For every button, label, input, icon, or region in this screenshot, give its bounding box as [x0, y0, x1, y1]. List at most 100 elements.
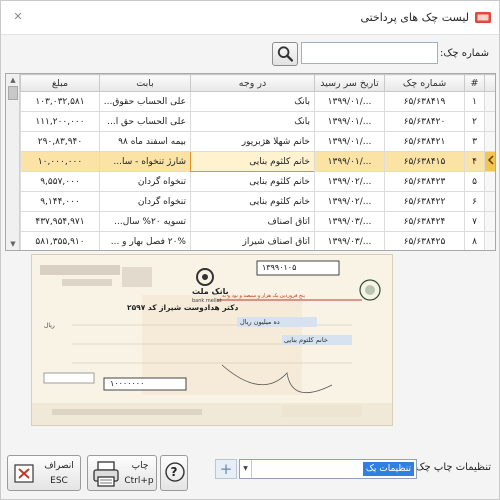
cell-payee: خانم شهلا هژبرپور [190, 131, 315, 152]
cell-payee: خانم کلثوم بنایی [190, 171, 315, 192]
cell-description: بیمه اسفند ماه ۹۸ [99, 131, 191, 152]
cell-payee: بانک [190, 91, 315, 112]
add-print-settings-button[interactable]: + [215, 459, 237, 479]
cheque-branch: دکتر هدادوست شیراز کد ۲۵۹۷ [127, 303, 239, 312]
row-indicator[interactable] [484, 131, 495, 152]
cell-check-number: ۶۵/۶۳۸۴۲۴ [384, 211, 465, 232]
cell-amount: ۲۹۰,۸۳,۹۴۰ [20, 131, 100, 152]
col-header-payee[interactable]: در وجه [190, 74, 315, 92]
cheque-amount-words: ده میلیون ریال [240, 318, 280, 326]
cell-check-number: ۶۵/۶۳۸۴۲۲ [384, 191, 465, 212]
cell-description: تسویه ۲۰% سال... [99, 211, 191, 232]
cell-description: تنخواه گردان [99, 171, 191, 192]
cell-due-date: ۱۳۹۹/۰۱/... [314, 91, 385, 112]
bottom-toolbar: تنظیمات چاپ چک: تنظیمات یک ▼ + ? چاپ Ctr… [1, 451, 499, 499]
cell-index: ۲ [464, 111, 485, 132]
cell-payee[interactable]: خانم کلثوم بنایی [190, 151, 315, 172]
search-icon [277, 46, 294, 62]
row-indicator[interactable] [484, 191, 495, 212]
print-label: چاپ [131, 461, 149, 471]
cell-amount: ۱۰۳,۰۳۲,۵۸۱ [20, 91, 100, 112]
cell-due-date: ۱۳۹۹/۰۱/... [314, 151, 385, 172]
cell-index: ۱ [464, 91, 485, 112]
row-indicator[interactable] [484, 211, 495, 232]
table-row[interactable]: ۷ ۶۵/۶۳۸۴۲۴ ۱۳۹۹/۰۳/... اتاق اصناف تسویه… [20, 211, 495, 232]
exit-icon [14, 464, 34, 483]
cell-description: علی الحساب حق ا... [99, 111, 191, 132]
cheque-drawing [32, 255, 392, 425]
row-indicator[interactable] [484, 91, 495, 112]
col-header-description[interactable]: بابت [99, 74, 191, 92]
row-indicator[interactable] [484, 231, 495, 250]
indicator-header [484, 74, 495, 92]
help-button[interactable]: ? [160, 455, 188, 491]
cell-amount: ۹,۱۴۴,۰۰۰ [20, 191, 100, 212]
cell-check-number: ۶۵/۶۳۸۴۲۳ [384, 171, 465, 192]
table-row-selected[interactable]: ۴ ۶۵/۶۳۸۴۱۵ ۱۳۹۹/۰۱/... خانم کلثوم بنایی… [20, 151, 495, 172]
cell-check-number: ۶۵/۶۳۸۴۱۵ [384, 151, 465, 172]
cheque-serial: ۱۳۹۹۰۱۰۵ [262, 263, 297, 272]
scroll-down-icon[interactable]: ▼ [7, 239, 19, 249]
window-title: لیست چک های پرداختی [360, 11, 469, 24]
table-row[interactable]: ۸ ۶۵/۶۳۸۴۲۵ ۱۳۹۹/۰۳/... اتاق اصناف شیراز… [20, 231, 495, 250]
vertical-scrollbar[interactable]: ▲ ▼ [6, 74, 20, 250]
cell-due-date: ۱۳۹۹/۰۳/... [314, 211, 385, 232]
col-header-check-number[interactable]: شماره چک [384, 74, 465, 92]
check-number-search-input[interactable] [301, 42, 438, 64]
cancel-button[interactable]: انصراف ESC [7, 455, 81, 491]
current-row-arrow-icon [487, 155, 494, 165]
cheque-preview: بانک ملت bank mellat ۱۳۹۹۰۱۰۵ دکتر هدادو… [31, 254, 393, 426]
search-button[interactable] [272, 42, 298, 66]
cell-check-number: ۶۵/۶۳۸۴۱۹ [384, 91, 465, 112]
cell-index: ۵ [464, 171, 485, 192]
row-indicator[interactable] [484, 111, 495, 132]
cell-description: ۲۰% فصل بهار و ... [99, 231, 191, 250]
scroll-up-icon[interactable]: ▲ [7, 75, 19, 85]
cell-index: ۸ [464, 231, 485, 250]
table-header: # شماره چک تاریخ سر رسید در وجه بابت مبل… [20, 74, 495, 92]
print-button[interactable]: چاپ Ctrl+p [87, 455, 157, 491]
cell-payee: اتاق اصناف شیراز [190, 231, 315, 250]
close-button[interactable]: ✕ [11, 10, 25, 24]
check-number-label: شماره چک: [440, 48, 489, 59]
cell-payee: بانک [190, 111, 315, 132]
row-indicator[interactable] [484, 151, 495, 172]
col-header-index[interactable]: # [464, 74, 485, 92]
table-row[interactable]: ۵ ۶۵/۶۳۸۴۲۳ ۱۳۹۹/۰۲/... خانم کلثوم بنایی… [20, 171, 495, 192]
scroll-thumb[interactable] [8, 86, 18, 100]
cell-description: شارژ تنخواه - سا... [99, 151, 191, 172]
cell-due-date: ۱۳۹۹/۰۲/... [314, 191, 385, 212]
cheque-amount-digits: ۱۰۰۰۰۰۰۰ [110, 379, 145, 388]
table-row[interactable]: ۶ ۶۵/۶۳۸۴۲۲ ۱۳۹۹/۰۲/... خانم کلثوم بنایی… [20, 191, 495, 212]
table-row[interactable]: ۲ ۶۵/۶۳۸۴۲۰ ۱۳۹۹/۰۱/... بانک علی الحساب … [20, 111, 495, 132]
title-bar: ✕ لیست چک های پرداختی [1, 1, 499, 35]
cell-due-date: ۱۳۹۹/۰۱/... [314, 111, 385, 132]
table-row[interactable]: ۳ ۶۵/۶۳۸۴۲۱ ۱۳۹۹/۰۱/... خانم شهلا هژبرپو… [20, 131, 495, 152]
cell-amount: ۹,۵۵۷,۰۰۰ [20, 171, 100, 192]
cheque-image: بانک ملت bank mellat ۱۳۹۹۰۱۰۵ دکتر هدادو… [31, 254, 393, 426]
cell-description: تنخواه گردان [99, 191, 191, 212]
print-shortcut: Ctrl+p [124, 476, 154, 486]
cell-index: ۷ [464, 211, 485, 232]
col-header-amount[interactable]: مبلغ [20, 74, 100, 92]
cell-due-date: ۱۳۹۹/۰۲/... [314, 171, 385, 192]
app-icon [475, 12, 491, 23]
cell-check-number: ۶۵/۶۳۸۴۲۰ [384, 111, 465, 132]
col-header-due-date[interactable]: تاریخ سر رسید [314, 74, 385, 92]
table-row[interactable]: ۱ ۶۵/۶۳۸۴۱۹ ۱۳۹۹/۰۱/... بانک علی الحساب … [20, 91, 495, 112]
print-settings-select[interactable]: تنظیمات یک ▼ [239, 459, 417, 479]
cell-amount: ۱۰,۰۰۰,۰۰۰ [20, 151, 100, 172]
cell-amount: ۵۸۱,۳۵۵,۹۱۰ [20, 231, 100, 250]
cell-check-number: ۶۵/۶۳۸۴۲۱ [384, 131, 465, 152]
row-indicator[interactable] [484, 171, 495, 192]
chevron-down-icon[interactable]: ▼ [240, 460, 252, 478]
check-list-window: ✕ لیست چک های پرداختی شماره چک: ▲ ▼ # شم… [0, 0, 500, 500]
cell-due-date: ۱۳۹۹/۰۳/... [314, 231, 385, 250]
printer-icon [93, 461, 119, 487]
checks-table: # شماره چک تاریخ سر رسید در وجه بابت مبل… [20, 74, 495, 250]
cell-due-date: ۱۳۹۹/۰۱/... [314, 131, 385, 152]
search-row: شماره چک: [1, 41, 499, 67]
cancel-label: انصراف [44, 461, 74, 471]
checks-grid: ▲ ▼ # شماره چک تاریخ سر رسید در وجه بابت… [5, 73, 496, 251]
cell-check-number: ۶۵/۶۳۸۴۲۵ [384, 231, 465, 250]
